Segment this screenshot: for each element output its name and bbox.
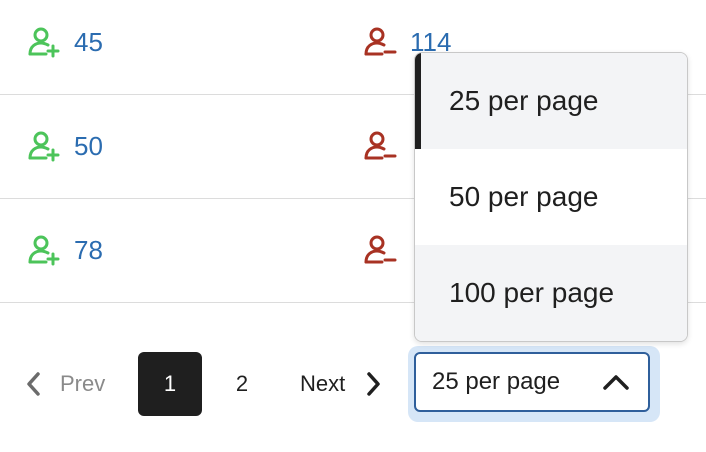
prev-button[interactable]: Prev bbox=[22, 364, 105, 404]
per-page-option-50[interactable]: 50 per page bbox=[415, 149, 687, 245]
added-count[interactable]: 50 bbox=[74, 131, 103, 162]
user-minus-icon bbox=[362, 24, 398, 60]
removed-cell bbox=[362, 230, 410, 270]
chevron-left-icon bbox=[22, 370, 46, 398]
prev-label: Prev bbox=[60, 371, 106, 396]
per-page-option-100[interactable]: 100 per page bbox=[415, 245, 687, 341]
added-count[interactable]: 78 bbox=[74, 235, 103, 266]
chevron-right-icon bbox=[361, 370, 385, 398]
user-plus-icon bbox=[26, 232, 62, 268]
chevron-up-icon bbox=[602, 370, 630, 394]
user-plus-icon bbox=[26, 24, 62, 60]
page-button-2[interactable]: 2 bbox=[210, 352, 274, 416]
per-page-menu: 25 per page 50 per page 100 per page bbox=[414, 52, 688, 342]
per-page-option-25[interactable]: 25 per page bbox=[415, 53, 687, 149]
added-count[interactable]: 45 bbox=[74, 27, 103, 58]
added-cell: 78 bbox=[26, 230, 103, 270]
user-plus-icon bbox=[26, 128, 62, 164]
page-button-1[interactable]: 1 bbox=[138, 352, 202, 416]
per-page-select-value: 25 per page bbox=[432, 368, 561, 395]
user-minus-icon bbox=[362, 232, 398, 268]
next-button[interactable]: Next bbox=[300, 364, 385, 404]
per-page-select-focus-ring: 25 per page bbox=[408, 346, 660, 422]
removed-cell bbox=[362, 126, 410, 166]
added-cell: 50 bbox=[26, 126, 103, 166]
user-minus-icon bbox=[362, 128, 398, 164]
per-page-select[interactable]: 25 per page bbox=[414, 352, 650, 412]
added-cell: 45 bbox=[26, 22, 103, 62]
next-label: Next bbox=[300, 371, 346, 396]
